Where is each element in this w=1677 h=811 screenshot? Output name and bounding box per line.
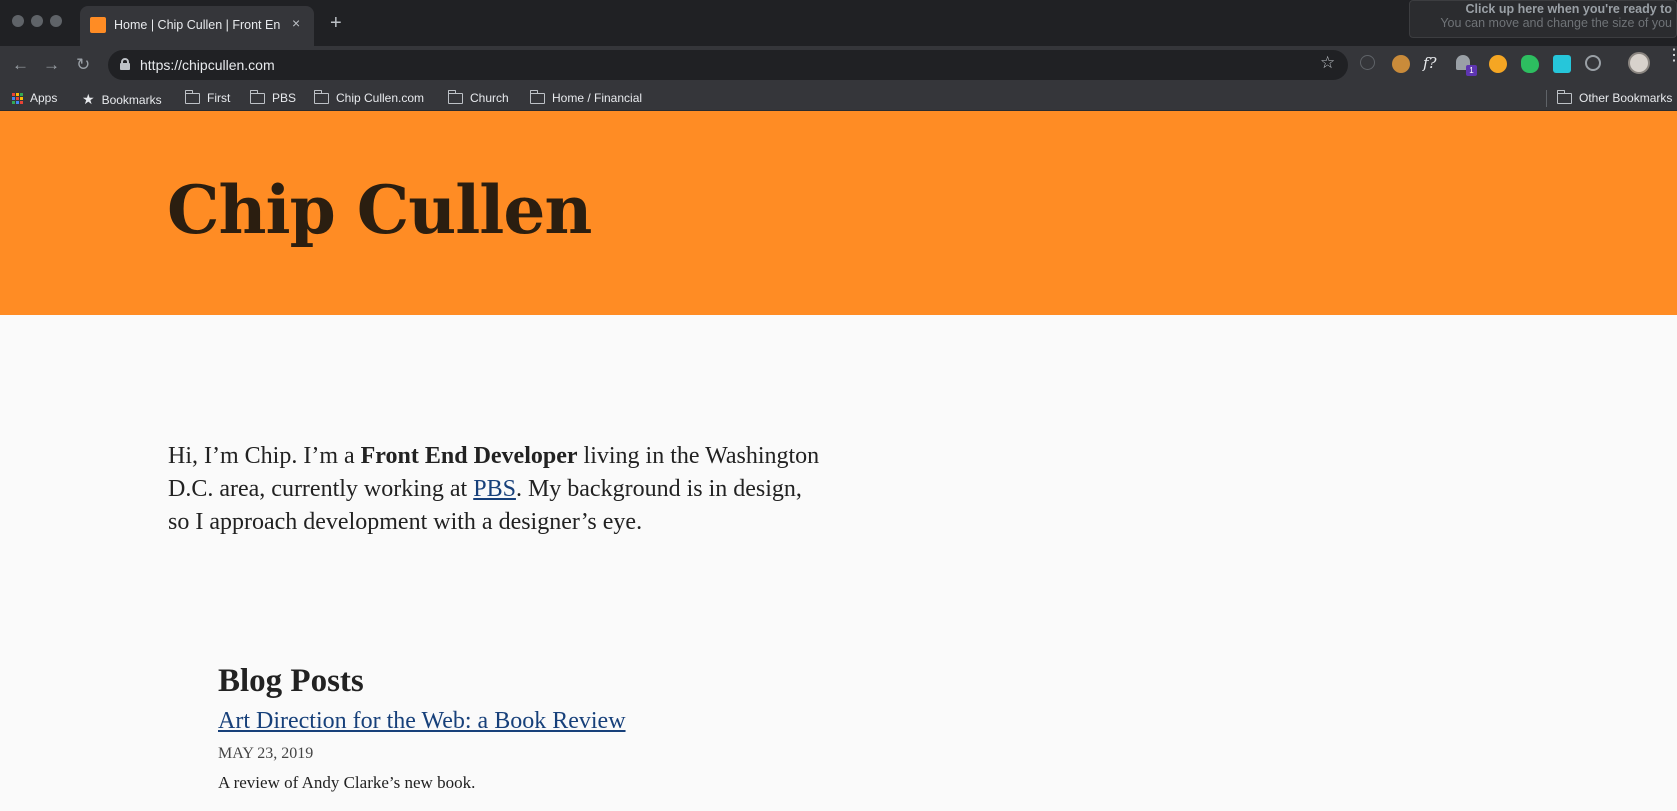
lock-icon xyxy=(120,58,130,70)
screenshot-icon[interactable] xyxy=(1553,55,1571,73)
reload-button[interactable]: ↻ xyxy=(76,55,90,75)
bookmark-label: PBS xyxy=(272,91,297,105)
browser-tab-active[interactable]: Home | Chip Cullen | Front End Developer… xyxy=(80,6,314,46)
font-icon[interactable]: f? xyxy=(1423,54,1441,72)
zoom-window-button[interactable] xyxy=(50,15,62,27)
other-bookmarks[interactable]: Other Bookmarks xyxy=(1556,89,1673,105)
url-text[interactable]: https://chipcullen.com xyxy=(140,57,275,73)
new-tab-button[interactable]: + xyxy=(330,12,342,35)
folder-icon xyxy=(184,89,200,104)
folder-icon xyxy=(447,89,463,104)
info-icon[interactable] xyxy=(1360,55,1375,70)
intro-text: Hi, I’m Chip. I’m a xyxy=(168,443,361,469)
tab-close-icon[interactable]: × xyxy=(292,15,300,31)
bookmark-label: Home / Financial xyxy=(552,91,643,105)
back-button[interactable]: ← xyxy=(12,55,29,75)
ghost-badge: 1 xyxy=(1466,65,1477,76)
apps-grid-icon xyxy=(12,92,23,104)
site-title: Chip Cullen xyxy=(167,171,592,249)
bookmark-bookmarks[interactable]: ★ Bookmarks xyxy=(82,91,162,108)
browser-toolbar: ← → ↻ https://chipcullen.com ☆ f? 1 ⋮ xyxy=(0,46,1677,86)
close-window-button[interactable] xyxy=(12,15,24,27)
intro-role: Front End Developer xyxy=(360,443,578,469)
folder-icon xyxy=(529,89,545,104)
bookmark-apps[interactable]: Apps xyxy=(12,91,57,105)
bookmark-star-icon[interactable]: ☆ xyxy=(1320,53,1335,73)
pbs-link[interactable]: PBS xyxy=(473,476,516,502)
blog-heading: Blog Posts xyxy=(218,663,364,699)
overlay-instruction: Click up here when you're ready to xyxy=(1465,2,1672,16)
site-header: Chip Cullen xyxy=(0,111,1677,315)
bookmark-label: Apps xyxy=(30,91,58,105)
overlay-hint: You can move and change the size of you xyxy=(1440,16,1672,30)
post-summary: A review of Andy Clarke’s new book. xyxy=(218,773,476,792)
intro-paragraph: Hi, I’m Chip. I’m a Front End Developer … xyxy=(168,440,828,539)
blog-post: Art Direction for the Web: a Book Review… xyxy=(218,700,1018,793)
bookmark-folder-first[interactable]: First xyxy=(184,89,231,105)
bookmark-label: Chip Cullen.com xyxy=(336,91,425,105)
tab-title: Home | Chip Cullen | Front End Developer xyxy=(114,18,280,32)
bookmarks-bar: Apps ★ Bookmarks First PBS Chip Cullen.c… xyxy=(0,86,1677,111)
folder-icon xyxy=(249,89,265,104)
profile-avatar[interactable] xyxy=(1628,52,1650,74)
bookmark-label: Church xyxy=(470,91,509,105)
post-title-link[interactable]: Art Direction for the Web: a Book Review xyxy=(218,708,626,735)
wordpress-icon[interactable] xyxy=(1585,55,1601,71)
bookmarks-divider xyxy=(1546,90,1547,107)
cookie-icon[interactable] xyxy=(1392,55,1410,73)
folder-icon xyxy=(313,89,329,104)
site-favicon-icon xyxy=(90,17,106,33)
browser-title-bar: Home | Chip Cullen | Front End Developer… xyxy=(0,0,1677,46)
bookmark-folder-chipcullen[interactable]: Chip Cullen.com xyxy=(313,89,425,105)
evernote-icon[interactable] xyxy=(1521,55,1539,73)
bookmark-folder-home-financial[interactable]: Home / Financial xyxy=(529,89,643,105)
bookmark-folder-church[interactable]: Church xyxy=(447,89,509,105)
bookmark-label: Bookmarks xyxy=(101,92,162,107)
post-date: May 23, 2019 xyxy=(218,745,314,762)
gear-icon[interactable] xyxy=(1489,55,1507,73)
blog-posts-section: Blog Posts Art Direction for the Web: a … xyxy=(218,663,1018,793)
bookmark-label: First xyxy=(207,91,231,105)
browser-menu-icon[interactable]: ⋮ xyxy=(1666,48,1677,64)
folder-icon xyxy=(1556,89,1572,104)
forward-button[interactable]: → xyxy=(43,55,60,75)
address-bar[interactable]: https://chipcullen.com ☆ xyxy=(108,50,1348,80)
other-bookmarks-label: Other Bookmarks xyxy=(1579,91,1673,105)
minimize-window-button[interactable] xyxy=(31,15,43,27)
star-icon: ★ xyxy=(82,91,95,107)
screen-recorder-overlay[interactable]: Click up here when you're ready to You c… xyxy=(1409,0,1677,38)
bookmark-folder-pbs[interactable]: PBS xyxy=(249,89,297,105)
ghost-icon[interactable]: 1 xyxy=(1456,55,1477,76)
